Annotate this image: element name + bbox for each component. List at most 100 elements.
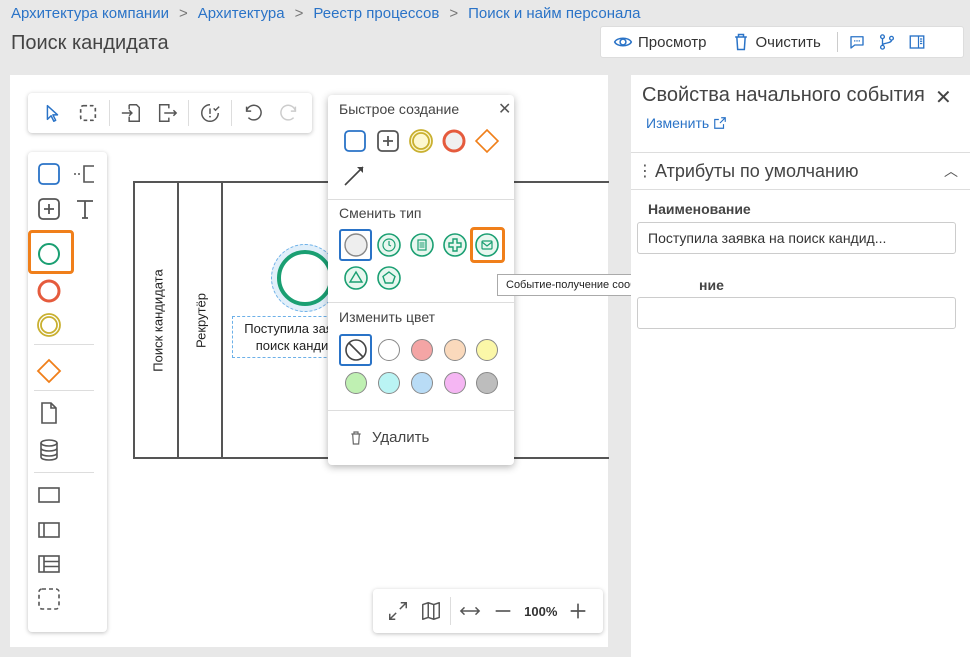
- subprocess-icon: [377, 130, 399, 152]
- select-tool-button[interactable]: [34, 97, 70, 129]
- fit-width-button[interactable]: [453, 594, 487, 628]
- minimap-button[interactable]: [415, 594, 449, 628]
- start-event[interactable]: [277, 250, 333, 306]
- divider: [328, 199, 514, 200]
- divider: [34, 344, 94, 345]
- palette-pool[interactable]: [34, 480, 64, 510]
- breadcrumb-item[interactable]: Архитектура: [198, 5, 285, 22]
- palette-lanes[interactable]: [34, 549, 64, 579]
- description-field[interactable]: [637, 297, 956, 329]
- plus-cross-icon: [443, 233, 467, 257]
- zoom-out-button[interactable]: [487, 594, 521, 628]
- delete-label: Удалить: [372, 429, 430, 446]
- drag-handle-icon[interactable]: ⋮: [637, 161, 653, 181]
- palette-lane[interactable]: [34, 515, 64, 545]
- palette-annotation[interactable]: [70, 159, 100, 189]
- quick-create-end-event[interactable]: [440, 127, 468, 155]
- type-parallel-event[interactable]: [441, 231, 469, 259]
- palette-gateway[interactable]: [34, 356, 64, 386]
- export-icon: [158, 104, 178, 122]
- divider: [836, 32, 838, 52]
- page-title: Поиск кандидата: [11, 32, 169, 54]
- divider: [328, 302, 514, 303]
- type-multiple-event[interactable]: [375, 264, 403, 292]
- zoom-level: 100%: [524, 603, 558, 619]
- lasso-tool-button[interactable]: [70, 97, 106, 129]
- quick-create-connection[interactable]: [341, 161, 369, 189]
- clear-button[interactable]: Очистить: [719, 27, 833, 57]
- color-swatch[interactable]: [444, 372, 466, 394]
- type-signal-event[interactable]: [342, 264, 370, 292]
- undo-button[interactable]: [235, 97, 271, 129]
- breadcrumb-item[interactable]: Поиск и найм персонала: [468, 5, 640, 22]
- change-link[interactable]: Изменить: [646, 115, 727, 131]
- color-swatch[interactable]: [444, 339, 466, 361]
- plain-event-icon: [344, 233, 368, 257]
- name-field[interactable]: Поступила заявка на поиск кандид...: [637, 222, 956, 254]
- color-swatch[interactable]: [411, 339, 433, 361]
- validate-button[interactable]: [192, 97, 228, 129]
- zoom-in-button[interactable]: [561, 594, 595, 628]
- delete-button[interactable]: Удалить: [348, 429, 429, 446]
- quick-create-subprocess[interactable]: [374, 127, 402, 155]
- quick-create-intermediate-event[interactable]: [407, 127, 435, 155]
- color-swatch[interactable]: [476, 339, 498, 361]
- export-button[interactable]: [149, 97, 185, 129]
- palette-end-event[interactable]: [34, 276, 64, 306]
- text-icon: [77, 200, 93, 219]
- type-timer-event[interactable]: [375, 231, 403, 259]
- quick-create-gateway[interactable]: [473, 127, 501, 155]
- divider: [231, 100, 232, 126]
- divider: [450, 597, 452, 625]
- color-swatch[interactable]: [345, 372, 367, 394]
- end-event-icon: [442, 129, 466, 153]
- comment-icon: [850, 36, 864, 49]
- breadcrumb-item[interactable]: Архитектура компании: [11, 5, 169, 22]
- quick-create-task[interactable]: [341, 127, 369, 155]
- palette-subprocess[interactable]: [34, 194, 64, 224]
- arrow-icon: [344, 166, 364, 186]
- close-icon[interactable]: ✕: [935, 85, 952, 110]
- color-swatch[interactable]: [378, 372, 400, 394]
- import-button[interactable]: [113, 97, 149, 129]
- fit-screen-button[interactable]: [381, 594, 415, 628]
- redo-button[interactable]: [271, 97, 307, 129]
- breadcrumb-separator: >: [294, 5, 304, 22]
- chevron-up-icon[interactable]: ︿: [944, 161, 958, 181]
- comments-button[interactable]: [842, 33, 872, 51]
- color-swatch[interactable]: [411, 372, 433, 394]
- view-button[interactable]: Просмотр: [601, 27, 719, 57]
- lane-header[interactable]: Рекрутёр: [179, 183, 223, 457]
- section-header[interactable]: ⋮ Атрибуты по умолчанию ︿: [631, 152, 970, 190]
- breadcrumb-separator: >: [449, 5, 459, 22]
- intermediate-event-icon: [409, 129, 433, 153]
- trash-icon: [734, 33, 747, 51]
- color-none[interactable]: [342, 336, 370, 364]
- properties-panel: Свойства начального события ✕ Изменить ⋮…: [631, 75, 970, 657]
- color-swatch[interactable]: [378, 339, 400, 361]
- type-none-event[interactable]: [342, 231, 370, 259]
- triangle-icon: [344, 266, 368, 290]
- palette-data-store[interactable]: [34, 435, 64, 465]
- annotation-icon: [74, 165, 94, 183]
- type-conditional-event[interactable]: [408, 231, 436, 259]
- external-link-icon: [714, 117, 726, 129]
- palette-intermediate-event[interactable]: [34, 310, 64, 340]
- clear-button-label: Очистить: [755, 33, 821, 51]
- panel-toggle-button[interactable]: [902, 33, 932, 51]
- color-swatch[interactable]: [476, 372, 498, 394]
- palette-data-object[interactable]: [34, 398, 64, 428]
- pool-header[interactable]: Поиск кандидата: [135, 183, 179, 457]
- versions-button[interactable]: [872, 33, 902, 51]
- palette-group[interactable]: [34, 584, 64, 614]
- palette-text[interactable]: [70, 194, 100, 224]
- context-popup: Быстрое создание ✕ Сменить тип Изменить …: [328, 95, 514, 465]
- change-color-heading: Изменить цвет: [339, 309, 436, 325]
- divider: [34, 472, 94, 473]
- end-event-icon: [37, 279, 61, 303]
- close-icon[interactable]: ✕: [498, 99, 511, 119]
- section-title: Атрибуты по умолчанию: [655, 160, 859, 181]
- breadcrumb-item[interactable]: Реестр процессов: [313, 5, 439, 22]
- palette-task[interactable]: [34, 159, 64, 189]
- undo-icon: [245, 104, 262, 121]
